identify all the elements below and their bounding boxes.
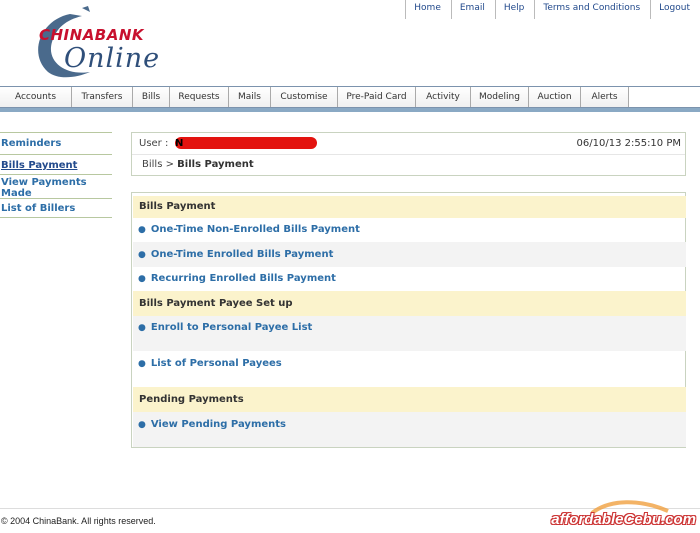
toplink-email[interactable]: Email [450,0,495,19]
link-one-time-enrolled[interactable]: ● One-Time Enrolled Bills Payment [133,242,686,267]
link-view-pending-payments[interactable]: ● View Pending Payments [133,412,686,447]
bullet-icon: ● [138,250,146,260]
main-nav: Accounts Transfers Bills Requests Mails … [0,86,700,108]
bullet-icon: ● [138,274,146,284]
redacted-username [175,137,317,149]
link-label[interactable]: List of Personal Payees [151,358,282,369]
section-title-bills-payment: Bills Payment [133,196,686,218]
nav-auction[interactable]: Auction [529,87,581,107]
nav-requests[interactable]: Requests [170,87,229,107]
toplink-home[interactable]: Home [405,0,451,19]
link-label[interactable]: Recurring Enrolled Bills Payment [151,273,336,284]
link-enroll-personal-payee[interactable]: ● Enroll to Personal Payee List [133,316,686,351]
nav-transfers[interactable]: Transfers [72,87,133,107]
bullet-icon: ● [138,225,146,235]
section-title-payee-setup: Bills Payment Payee Set up [133,291,686,316]
link-one-time-non-enrolled[interactable]: ● One-Time Non-Enrolled Bills Payment [133,218,686,242]
user-info-box: User : N 06/10/13 2:55:10 PM Bills > Bil… [131,132,686,176]
section-title-pending-payments: Pending Payments [133,387,686,412]
nav-accounts[interactable]: Accounts [0,87,72,107]
sidebar: Reminders Bills Payment View Payments Ma… [0,132,112,218]
bullet-icon: ● [138,323,146,333]
breadcrumb-separator: > [165,159,174,170]
nav-customise[interactable]: Customise [271,87,338,107]
session-datetime: 06/10/13 2:55:10 PM [576,138,681,149]
link-label[interactable]: View Pending Payments [151,419,286,430]
user-row: User : N 06/10/13 2:55:10 PM [132,133,685,155]
sidebar-item-bills-payment[interactable]: Bills Payment [0,154,112,174]
link-label[interactable]: One-Time Enrolled Bills Payment [151,249,334,260]
bills-payment-panel: Bills Payment ● One-Time Non-Enrolled Bil… [131,192,686,448]
nav-prepaid-card[interactable]: Pre-Paid Card [338,87,416,107]
logo-text-chinabank: CHINABANK [39,26,145,44]
link-label[interactable]: One-Time Non-Enrolled Bills Payment [151,224,360,235]
toplink-terms[interactable]: Terms and Conditions [534,0,650,19]
nav-bills[interactable]: Bills [133,87,170,107]
link-recurring-enrolled[interactable]: ● Recurring Enrolled Bills Payment [133,267,686,291]
username-initial: N [175,138,184,149]
sidebar-item-reminders[interactable]: Reminders [0,132,112,154]
link-list-personal-payees[interactable]: ● List of Personal Payees [133,351,686,387]
nav-activity[interactable]: Activity [416,87,471,107]
sidebar-item-list-of-billers[interactable]: List of Billers [0,198,112,218]
link-label[interactable]: Enroll to Personal Payee List [151,322,312,333]
breadcrumb: Bills > Bills Payment [142,159,254,170]
bullet-icon: ● [138,359,146,369]
header: CHINABANK Online Home Email Help Terms a… [0,0,700,86]
top-links: Home Email Help Terms and Conditions Log… [405,0,700,20]
logo-text-online: Online [64,43,161,74]
sidebar-item-view-payments-made[interactable]: View Payments Made [0,174,112,199]
breadcrumb-current: Bills Payment [177,159,254,170]
bullet-icon: ● [138,420,146,430]
nav-alerts[interactable]: Alerts [581,87,629,107]
breadcrumb-bills[interactable]: Bills [142,159,162,170]
nav-accent-bar [0,108,700,112]
watermark: affordableCebu.com [551,511,696,528]
copyright-text: © 2004 ChinaBank. All rights reserved. [1,516,156,526]
nav-modeling[interactable]: Modeling [471,87,529,107]
toplink-help[interactable]: Help [494,0,535,19]
toplink-logout[interactable]: Logout [650,0,700,19]
chinabank-online-logo[interactable]: CHINABANK Online [30,6,180,82]
nav-mails[interactable]: Mails [229,87,271,107]
user-label: User : [139,138,169,149]
